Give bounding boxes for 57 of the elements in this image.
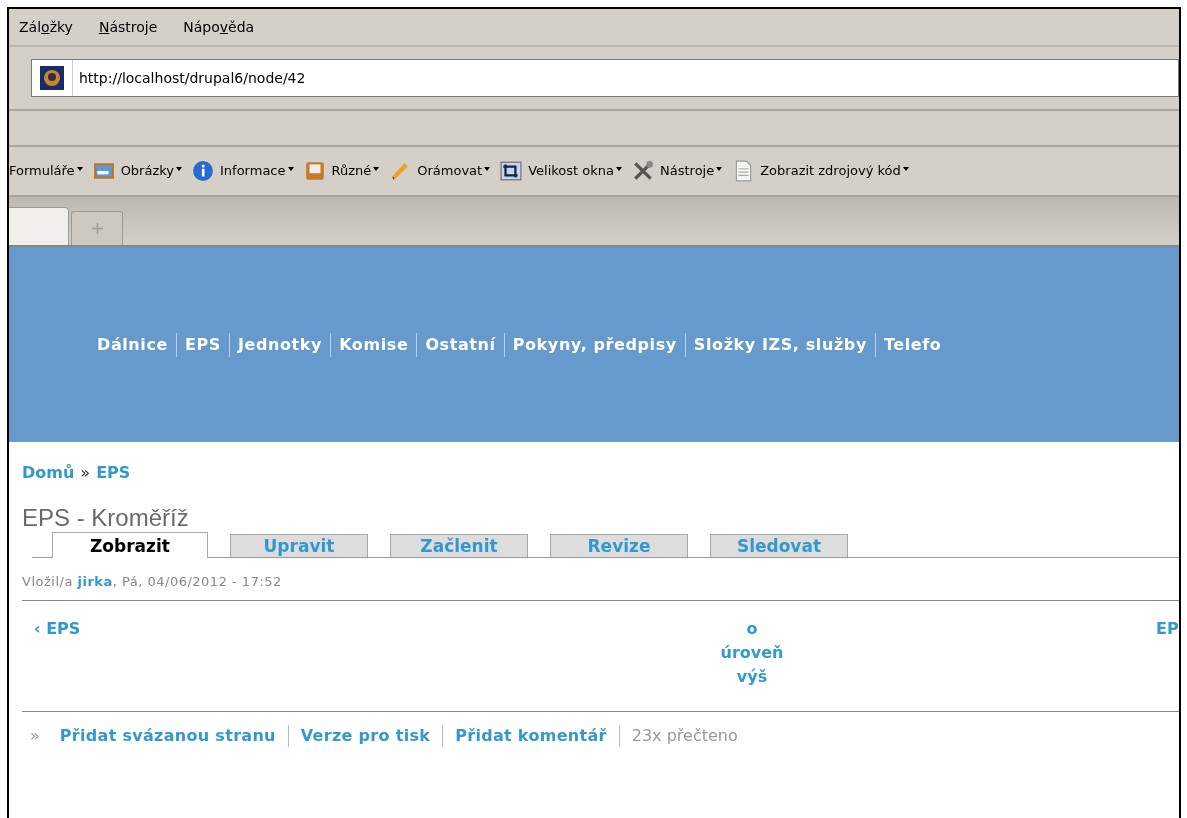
- drawer-icon: [303, 160, 326, 182]
- caret-icon: [716, 167, 723, 171]
- nav-link[interactable]: Dálnice: [89, 332, 176, 357]
- nav-link[interactable]: Pokyny, předpisy: [503, 332, 685, 357]
- nav-link[interactable]: Komise: [330, 332, 417, 357]
- menu-item[interactable]: Nápověda: [183, 16, 255, 38]
- toolbar-menu[interactable]: Zobrazit zdrojový kód: [732, 160, 909, 182]
- toolbar-menu[interactable]: Formuláře: [9, 161, 83, 181]
- caret-icon: [616, 167, 622, 171]
- caret-icon: [176, 167, 182, 171]
- submitted-info: Vložil/a jirka, Pá, 04/06/2012 - 17:52: [22, 573, 283, 591]
- action-link[interactable]: Verze pro tisk: [287, 724, 443, 747]
- caret-icon: [373, 167, 380, 171]
- previous-link[interactable]: ‹ EPS: [34, 616, 81, 641]
- tab[interactable]: Revize: [550, 534, 688, 557]
- nav-link[interactable]: Jednotky: [228, 332, 331, 357]
- tab[interactable]: Sledovat: [710, 534, 848, 557]
- action-link[interactable]: Přidat svázanou stranu: [47, 724, 288, 747]
- caret-icon: [287, 167, 294, 171]
- tab[interactable]: Zobrazit: [52, 532, 208, 558]
- nav-link[interactable]: EPS: [176, 332, 229, 357]
- plus-icon: [91, 223, 103, 234]
- menu-item[interactable]: Záložky: [19, 16, 73, 38]
- nav-link[interactable]: Telefo: [874, 332, 950, 357]
- bullet-mark: »: [30, 724, 40, 747]
- site-icon: [40, 66, 64, 90]
- new-tab-button[interactable]: [71, 211, 123, 245]
- toolbar-menu[interactable]: Různé: [303, 160, 380, 182]
- toolbar-menu[interactable]: Informace: [192, 160, 294, 182]
- caret-icon: [76, 167, 83, 171]
- tab[interactable]: Upravit: [230, 534, 368, 557]
- breadcrumb-link[interactable]: EPS: [96, 461, 131, 485]
- action-link[interactable]: Přidat komentář: [442, 724, 619, 747]
- author-link[interactable]: jirka: [77, 574, 113, 589]
- tools-icon: [632, 160, 654, 182]
- address-bar[interactable]: http://localhost/drupal6/node/42: [31, 59, 1179, 97]
- info-icon: [192, 160, 214, 182]
- nav-link[interactable]: Ostatní: [416, 332, 504, 357]
- browser-tab[interactable]: [9, 207, 69, 245]
- toolbar-menu[interactable]: Orámovat: [389, 160, 491, 182]
- caret-icon: [902, 167, 909, 171]
- read-count: 23x přečteno: [618, 724, 750, 747]
- nav-link[interactable]: Složky IZS, služby: [684, 332, 875, 357]
- breadcrumb-separator: »: [80, 462, 91, 484]
- next-link[interactable]: EP: [1156, 616, 1179, 641]
- caret-icon: [484, 167, 491, 171]
- toolbar-menu[interactable]: Obrázky: [92, 160, 182, 182]
- page-title: EPS - Kroměříž: [22, 504, 190, 532]
- tab[interactable]: Začlenit: [390, 534, 528, 557]
- up-link[interactable]: o úroveň výš: [717, 616, 787, 689]
- crop-icon: [500, 160, 523, 182]
- breadcrumb-link[interactable]: Domů: [22, 461, 75, 485]
- picture-frame-icon: [92, 160, 115, 182]
- toolbar-menu[interactable]: Velikost okna: [500, 160, 622, 182]
- url-text: http://localhost/drupal6/node/42: [72, 60, 306, 96]
- toolbar-menu[interactable]: Nástroje: [632, 160, 723, 182]
- menu-item[interactable]: Nástroje: [98, 16, 158, 38]
